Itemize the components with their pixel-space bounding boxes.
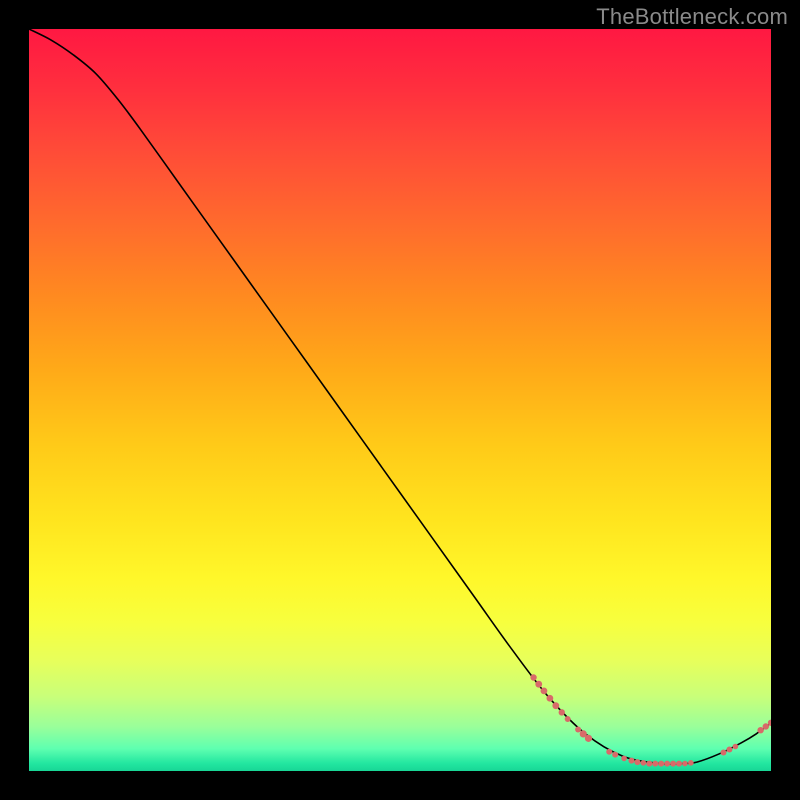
data-point bbox=[606, 749, 612, 755]
data-point bbox=[670, 761, 676, 767]
bottleneck-curve bbox=[29, 29, 771, 764]
data-point bbox=[646, 761, 652, 767]
data-point bbox=[530, 674, 536, 680]
watermark-label: TheBottleneck.com bbox=[596, 4, 788, 30]
data-point bbox=[535, 681, 542, 688]
data-point bbox=[634, 759, 640, 765]
chart-plot-area bbox=[29, 29, 771, 771]
data-point bbox=[733, 744, 739, 750]
data-point bbox=[757, 727, 763, 733]
data-point bbox=[565, 716, 571, 722]
data-point bbox=[652, 761, 658, 767]
data-point bbox=[546, 695, 553, 702]
data-point bbox=[641, 760, 647, 766]
data-point bbox=[763, 723, 769, 729]
data-point bbox=[575, 726, 581, 732]
data-point bbox=[688, 760, 694, 766]
chart-stage: TheBottleneck.com bbox=[0, 0, 800, 800]
data-point bbox=[559, 709, 565, 715]
data-point bbox=[682, 761, 688, 767]
data-point bbox=[629, 758, 635, 764]
data-point bbox=[612, 752, 618, 758]
data-point bbox=[676, 761, 682, 767]
data-point bbox=[664, 761, 670, 767]
data-point bbox=[621, 756, 627, 762]
chart-svg bbox=[29, 29, 771, 771]
data-points-group bbox=[530, 674, 771, 766]
data-point bbox=[726, 746, 732, 752]
data-point bbox=[721, 749, 727, 755]
data-point bbox=[541, 687, 548, 694]
data-point bbox=[658, 761, 664, 767]
data-point bbox=[585, 735, 592, 742]
data-point bbox=[552, 702, 559, 709]
